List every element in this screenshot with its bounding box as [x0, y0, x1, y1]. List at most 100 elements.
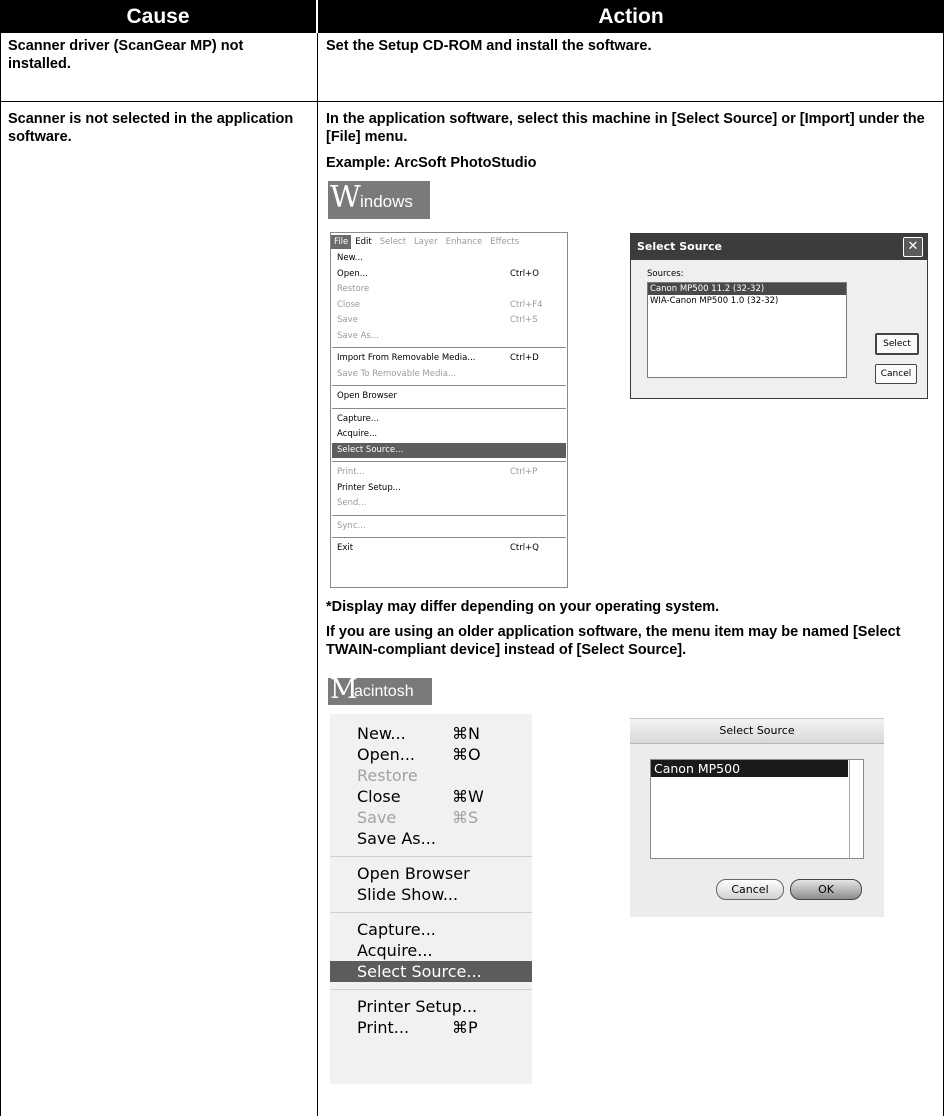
menu-separator [332, 347, 566, 348]
windows-menubar: File Edit Select Layer Enhance Effects [331, 233, 567, 251]
windows-badge: W indows [328, 180, 430, 219]
macintosh-badge: M acintosh [328, 674, 432, 705]
mac-menu-item-new[interactable]: New... ⌘N [330, 723, 532, 744]
menu-item-label: Capture... [337, 413, 379, 424]
menu-item-send[interactable]: Send... [332, 496, 566, 512]
table-column-divider [317, 33, 318, 1116]
menu-item-label: Printer Setup... [337, 482, 401, 493]
menubar-select[interactable]: Select [376, 237, 410, 247]
menubar-file[interactable]: File [331, 235, 352, 249]
menu-item-close[interactable]: Close Ctrl+F4 [332, 298, 566, 314]
mac-menu-item-open-browser[interactable]: Open Browser [330, 863, 532, 884]
menu-item-label: Open Browser [337, 391, 397, 401]
menu-item-shortcut: Ctrl+D [510, 353, 539, 363]
header-divider [316, 0, 318, 33]
mac-file-menu: New... ⌘N Open... ⌘O Restore Close ⌘W Save ⌘… [330, 714, 532, 1084]
cancel-button[interactable]: Cancel [875, 364, 917, 384]
dialog-title: Select Source [637, 240, 722, 253]
menu-item-label: Open Browser [357, 864, 470, 883]
menu-item-label: Select Source... [357, 962, 482, 981]
menubar-layer[interactable]: Layer [410, 237, 442, 247]
menu-item-label: Sync... [337, 520, 366, 531]
close-icon[interactable]: ✕ [903, 237, 923, 257]
menu-item-shortcut: ⌘N [452, 724, 480, 743]
mac-menu-item-open[interactable]: Open... ⌘O [330, 744, 532, 765]
menu-item-label: Capture... [357, 920, 436, 939]
cancel-button[interactable]: Cancel [716, 879, 784, 900]
menu-item-save-removable[interactable]: Save To Removable Media... [332, 367, 566, 383]
mac-menu-item-printer-setup[interactable]: Printer Setup... [330, 996, 532, 1017]
menu-item-label: Print... [357, 1018, 410, 1037]
mac-select-source-dialog: Select Source Canon MP500 Cancel OK [630, 718, 884, 917]
os-note: *Display may differ depending on your op… [326, 599, 720, 615]
menu-item-restore[interactable]: Restore [332, 282, 566, 298]
menu-item-shortcut: Ctrl+P [510, 467, 538, 477]
menu-item-label: Print... [337, 467, 365, 477]
example-label: Example: ArcSoft PhotoStudio [326, 155, 537, 171]
mac-menu-item-capture[interactable]: Capture... [330, 919, 532, 940]
menu-separator [330, 989, 532, 990]
list-item[interactable]: Canon MP500 [651, 760, 848, 777]
mac-menu-item-select-source[interactable]: Select Source... [330, 961, 532, 982]
menu-separator [332, 514, 566, 516]
dialog-title-bar: Select Source ✕ [631, 234, 927, 260]
mac-menu-item-save[interactable]: Save ⌘S [330, 807, 532, 828]
menu-item-acquire[interactable]: Acquire... [332, 427, 566, 443]
menu-item-label: Save [357, 808, 397, 827]
menu-item-shortcut: ⌘O [452, 745, 481, 764]
header-cause: Cause [0, 0, 316, 33]
menu-item-label: Save As... [357, 829, 436, 848]
menu-item-open-browser[interactable]: Open Browser [332, 389, 566, 405]
menu-item-exit[interactable]: Exit Ctrl+Q [332, 541, 566, 557]
menu-item-printer-setup[interactable]: Printer Setup... [332, 481, 566, 497]
list-item[interactable]: Canon MP500 11.2 (32-32) [648, 283, 846, 295]
windows-file-menu: File Edit Select Layer Enhance Effects New...… [330, 232, 568, 588]
row1-cause: Scanner driver (ScanGear MP) not install… [8, 38, 244, 72]
menu-separator [332, 385, 566, 386]
menu-separator [332, 537, 566, 538]
list-item[interactable]: WIA-Canon MP500 1.0 (32-32) [648, 295, 846, 307]
menu-item-import-removable[interactable]: Import From Removable Media... Ctrl+D [332, 351, 566, 367]
sources-list[interactable]: Canon MP500 [650, 759, 864, 859]
menu-item-label: Exit [337, 543, 354, 553]
mac-menu-item-acquire[interactable]: Acquire... [330, 940, 532, 961]
menubar-effects[interactable]: Effects [486, 237, 523, 247]
menu-item-label: Open... [357, 745, 415, 764]
menu-item-shortcut: Ctrl+O [510, 268, 539, 279]
menu-item-save-as[interactable]: Save As... [332, 329, 566, 345]
windows-badge-initial: W [330, 180, 361, 215]
menu-item-label: Save As... [337, 330, 379, 341]
menu-item-shortcut: ⌘W [452, 787, 484, 806]
table-left-border [0, 33, 1, 1116]
menu-item-label: Printer Setup... [357, 997, 478, 1016]
row2-action-text: In the application software, select this… [326, 111, 925, 145]
menu-item-capture[interactable]: Capture... [332, 412, 566, 428]
mac-menu-item-save-as[interactable]: Save As... [330, 828, 532, 849]
menu-separator [332, 461, 566, 462]
mac-menu-item-print[interactable]: Print... ⌘P [330, 1017, 532, 1038]
menubar-edit[interactable]: Edit [351, 237, 375, 247]
mac-menu-item-close[interactable]: Close ⌘W [330, 786, 532, 807]
mac-menu-item-slide-show[interactable]: Slide Show... [330, 884, 532, 905]
windows-badge-text: indows [360, 192, 413, 211]
ok-button[interactable]: OK [790, 879, 862, 900]
menu-item-save[interactable]: Save Ctrl+S [332, 313, 566, 329]
menu-item-label: Open... [337, 268, 368, 279]
menu-item-new[interactable]: New... [332, 251, 566, 267]
select-button[interactable]: Select [875, 333, 919, 355]
menubar-enhance[interactable]: Enhance [442, 237, 487, 247]
menu-separator [330, 856, 532, 857]
mac-menu-item-restore[interactable]: Restore [330, 765, 532, 786]
menu-item-sync[interactable]: Sync... [332, 519, 566, 535]
menu-item-label: Restore [357, 766, 418, 785]
menu-item-select-source[interactable]: Select Source... [332, 442, 566, 458]
menu-item-open[interactable]: Open... Ctrl+O [332, 267, 566, 283]
menu-item-label: Close [357, 787, 401, 806]
scrollbar[interactable] [849, 760, 863, 858]
menu-item-label: Save [337, 315, 358, 325]
menu-item-shortcut: Ctrl+Q [510, 543, 539, 553]
sources-list[interactable]: Canon MP500 11.2 (32-32) WIA-Canon MP500… [647, 282, 847, 378]
menu-item-print[interactable]: Print... Ctrl+P [332, 465, 566, 481]
menu-item-shortcut: Ctrl+S [510, 315, 538, 325]
row1-action: Set the Setup CD-ROM and install the sof… [326, 38, 652, 54]
